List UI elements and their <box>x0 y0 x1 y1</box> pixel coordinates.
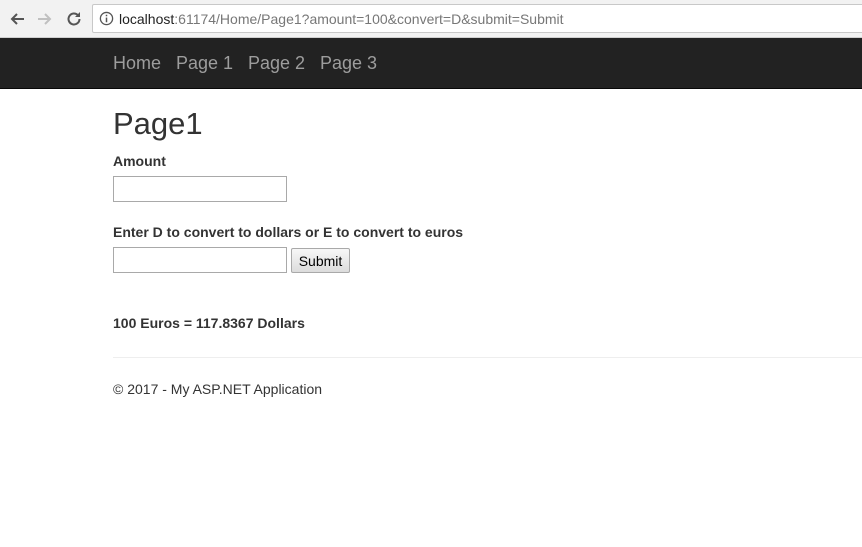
footer-divider <box>113 357 862 358</box>
info-icon[interactable] <box>99 11 114 26</box>
submit-button[interactable]: Submit <box>291 248 350 273</box>
url-text[interactable]: localhost:61174/Home/Page1?amount=100&co… <box>119 11 564 27</box>
page-title: Page1 <box>113 106 203 141</box>
forward-button[interactable] <box>33 7 57 31</box>
nav-link-home[interactable]: Home <box>113 52 161 74</box>
address-bar[interactable]: localhost:61174/Home/Page1?amount=100&co… <box>92 4 862 33</box>
url-path: :61174/Home/Page1?amount=100&convert=D&s… <box>174 11 564 27</box>
back-button[interactable] <box>5 7 29 31</box>
url-host: localhost <box>119 11 175 27</box>
nav-link-page-3[interactable]: Page 3 <box>320 52 377 74</box>
arrow-left-icon <box>10 13 24 25</box>
amount-input[interactable] <box>113 176 287 202</box>
nav-link-page-1[interactable]: Page 1 <box>176 52 233 74</box>
nav-link-page-2[interactable]: Page 2 <box>248 52 305 74</box>
amount-label: Amount <box>113 153 166 169</box>
conversion-result: 100 Euros = 117.8367 Dollars <box>113 315 305 331</box>
convert-label: Enter D to convert to dollars or E to co… <box>113 224 464 240</box>
convert-input[interactable] <box>113 247 287 273</box>
site-navbar: Home Page 1 Page 2 Page 3 <box>0 38 862 89</box>
reload-button[interactable] <box>62 7 86 31</box>
browser-toolbar: localhost:61174/Home/Page1?amount=100&co… <box>0 0 862 38</box>
arrow-right-icon <box>38 13 52 25</box>
footer-text: © 2017 - My ASP.NET Application <box>113 381 323 397</box>
reload-icon <box>67 12 81 26</box>
